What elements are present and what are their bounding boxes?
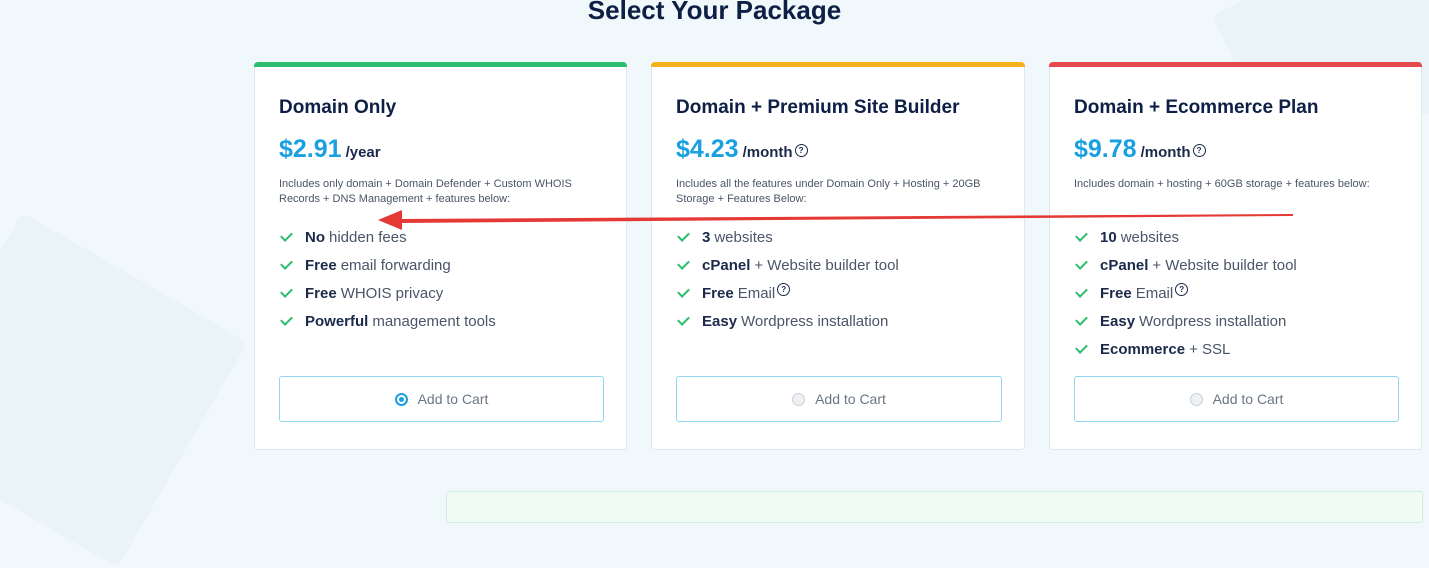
feature-text: email forwarding: [340, 256, 451, 274]
package-description: Includes all the features under Domain O…: [676, 178, 981, 205]
package-description: Includes only domain + Domain Defender +…: [279, 178, 572, 205]
package-card: Domain + Premium Site Builder $4.23 /mon…: [651, 62, 1025, 450]
help-icon[interactable]: ?: [777, 282, 791, 296]
feature-text: + SSL: [1189, 340, 1231, 358]
radio-unselected-icon[interactable]: [1189, 392, 1203, 406]
price-amount: $4.23: [676, 135, 739, 163]
package-card: Domain Only $2.91 /year Includes only do…: [254, 62, 627, 450]
check-icon: [279, 286, 293, 300]
radio-unselected-icon[interactable]: [792, 392, 806, 406]
feature-highlight: Free: [1100, 284, 1132, 302]
price-amount: $2.91: [279, 135, 342, 163]
feature-item: Ecommerce + SSL: [1074, 335, 1297, 363]
feature-highlight: Easy: [1100, 312, 1136, 330]
feature-text: hidden fees: [329, 228, 407, 246]
feature-highlight: cPanel: [702, 256, 751, 274]
package-title: Domain + Ecommerce Plan: [1074, 97, 1319, 118]
check-icon: [279, 230, 293, 244]
feature-highlight: Free: [305, 284, 337, 302]
feature-text: management tools: [372, 312, 496, 330]
feature-item: Free Email ?: [1074, 279, 1297, 307]
help-icon[interactable]: ?: [1192, 144, 1206, 157]
feature-list: No hidden fees Free email forwarding Fre…: [279, 223, 496, 335]
feature-item: Free Email ?: [676, 279, 899, 307]
check-icon: [1074, 286, 1088, 300]
check-icon: [1074, 342, 1088, 356]
radio-selected-icon[interactable]: [394, 392, 408, 406]
check-icon: [1074, 314, 1088, 328]
package-price: $4.23 /month ?: [676, 135, 808, 164]
feature-text: + Website builder tool: [1152, 256, 1297, 274]
feature-text: Email: [1135, 284, 1174, 302]
feature-item: 3 websites: [676, 223, 899, 251]
feature-highlight: 3: [702, 228, 711, 246]
feature-highlight: Free: [702, 284, 734, 302]
add-to-cart-label: Add to Cart: [417, 391, 489, 407]
feature-highlight: Ecommerce: [1100, 340, 1186, 358]
info-panel: [446, 491, 1423, 523]
check-icon: [676, 314, 690, 328]
check-icon: [1074, 230, 1088, 244]
feature-highlight: 10: [1100, 228, 1117, 246]
check-icon: [676, 286, 690, 300]
page-title: Select Your Package: [587, 0, 842, 25]
feature-item: No hidden fees: [279, 223, 496, 251]
price-amount: $9.78: [1074, 135, 1137, 163]
price-period: /month: [742, 144, 793, 161]
card-accent-bar: [254, 62, 627, 67]
feature-text: Wordpress installation: [741, 312, 889, 330]
feature-list: 10 websites cPanel + Website builder too…: [1074, 223, 1297, 363]
add-to-cart-label: Add to Cart: [1212, 391, 1284, 407]
package-price: $9.78 /month ?: [1074, 135, 1206, 164]
feature-text: websites: [714, 228, 773, 246]
feature-text: Wordpress installation: [1139, 312, 1287, 330]
card-accent-bar: [651, 62, 1025, 67]
feature-list: 3 websites cPanel + Website builder tool…: [676, 223, 899, 335]
package-card: Domain + Ecommerce Plan $9.78 /month ? I…: [1049, 62, 1422, 450]
feature-highlight: Easy: [702, 312, 738, 330]
check-icon: [676, 258, 690, 272]
feature-item: Easy Wordpress installation: [1074, 307, 1297, 335]
check-icon: [1074, 258, 1088, 272]
package-description: Includes domain + hosting + 60GB storage…: [1074, 178, 1370, 190]
feature-text: WHOIS privacy: [340, 284, 444, 302]
card-accent-bar: [1049, 62, 1422, 67]
add-to-cart-button[interactable]: Add to Cart: [279, 376, 604, 422]
add-to-cart-button[interactable]: Add to Cart: [1074, 376, 1399, 422]
feature-highlight: cPanel: [1100, 256, 1149, 274]
feature-text: + Website builder tool: [754, 256, 899, 274]
feature-item: Free email forwarding: [279, 251, 496, 279]
add-to-cart-label: Add to Cart: [815, 391, 886, 407]
check-icon: [676, 230, 690, 244]
feature-highlight: Powerful: [305, 312, 369, 330]
add-to-cart-button[interactable]: Add to Cart: [676, 376, 1002, 422]
feature-highlight: No: [305, 228, 325, 246]
feature-item: 10 websites: [1074, 223, 1297, 251]
feature-item: cPanel + Website builder tool: [1074, 251, 1297, 279]
feature-highlight: Free: [305, 256, 337, 274]
feature-item: Easy Wordpress installation: [676, 307, 899, 335]
help-icon[interactable]: ?: [794, 144, 808, 157]
package-title: Domain + Premium Site Builder: [676, 97, 960, 118]
feature-item: cPanel + Website builder tool: [676, 251, 899, 279]
feature-item: Free WHOIS privacy: [279, 279, 496, 307]
check-icon: [279, 314, 293, 328]
check-icon: [279, 258, 293, 272]
price-period: /month: [1140, 144, 1191, 161]
help-icon[interactable]: ?: [1175, 282, 1189, 296]
package-title: Domain Only: [279, 97, 397, 118]
background-shape: [0, 212, 248, 568]
feature-text: Email: [737, 284, 776, 302]
price-period: /year: [345, 144, 381, 161]
package-price: $2.91 /year: [279, 135, 381, 164]
feature-item: Powerful management tools: [279, 307, 496, 335]
feature-text: websites: [1120, 228, 1180, 246]
